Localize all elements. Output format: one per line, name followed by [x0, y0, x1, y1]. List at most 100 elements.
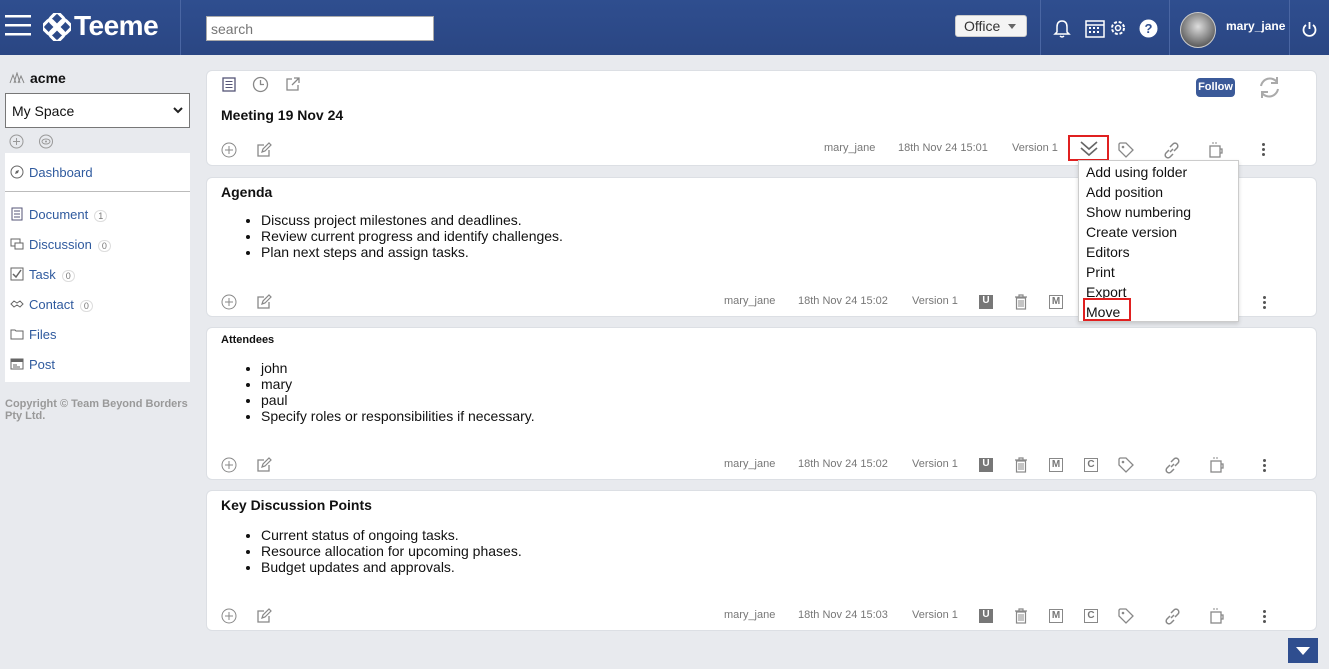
gear-icon[interactable]: [1108, 18, 1128, 38]
sidebar-item-task[interactable]: Task 0: [10, 267, 75, 282]
mug-icon[interactable]: [1209, 456, 1226, 474]
tag-icon[interactable]: [1118, 142, 1134, 158]
menu-item-add-using-folder[interactable]: Add using folder: [1086, 164, 1187, 180]
timestamp-label: 18th Nov 24 15:01: [898, 142, 988, 154]
edit-icon[interactable]: [256, 608, 272, 624]
trash-icon[interactable]: [1014, 457, 1028, 473]
sidebar-item-label: Files: [29, 327, 57, 342]
copy-badge[interactable]: C: [1084, 458, 1098, 472]
more-options-icon[interactable]: [1263, 296, 1267, 311]
count-badge: 0: [79, 300, 93, 312]
version-label: Version 1: [912, 295, 958, 307]
avatar[interactable]: [1180, 12, 1216, 48]
list-item: Discuss project milestones and deadlines…: [261, 212, 563, 228]
edit-icon[interactable]: [256, 142, 272, 158]
history-icon[interactable]: [252, 76, 269, 93]
search-input[interactable]: [206, 16, 434, 41]
link-icon[interactable]: [1164, 457, 1181, 474]
section-title: Key Discussion Points: [221, 497, 372, 513]
trash-icon[interactable]: [1014, 294, 1028, 310]
count-badge: 0: [97, 240, 111, 252]
sidebar-item-label: Post: [29, 357, 56, 372]
copy-badge[interactable]: C: [1084, 609, 1098, 623]
timestamp-label: 18th Nov 24 15:02: [798, 295, 888, 307]
document-icon[interactable]: [222, 77, 236, 92]
menu-item-add-position[interactable]: Add position: [1086, 184, 1163, 200]
menu-item-editors[interactable]: Editors: [1086, 244, 1130, 260]
move-badge[interactable]: M: [1049, 295, 1063, 309]
tag-icon[interactable]: [1118, 457, 1134, 473]
tag-icon[interactable]: [1118, 608, 1134, 624]
trash-icon[interactable]: [1014, 608, 1028, 624]
contact-icon: [10, 300, 24, 308]
mug-icon[interactable]: [1209, 607, 1226, 625]
add-icon[interactable]: [221, 294, 237, 310]
post-icon: [10, 358, 24, 370]
menu-item-print[interactable]: Print: [1086, 264, 1115, 280]
version-label: Version 1: [912, 458, 958, 470]
space-select-value: My Space: [12, 103, 75, 119]
section-card: Key Discussion Points Current status of …: [206, 490, 1317, 631]
move-badge[interactable]: M: [1049, 609, 1063, 623]
hamburger-menu-icon[interactable]: [5, 14, 31, 36]
author-label: mary_jane: [724, 295, 776, 307]
sidebar-item-label: Task: [29, 267, 56, 282]
list-item: john: [261, 360, 535, 376]
sidebar-item-label: Contact: [29, 297, 74, 312]
version-label: Version 1: [1012, 142, 1058, 154]
folder-icon: [10, 329, 24, 340]
scroll-down-button[interactable]: [1288, 638, 1318, 663]
list-item: paul: [261, 392, 535, 408]
organization-name: acme: [30, 70, 66, 86]
link-icon[interactable]: [1164, 608, 1181, 625]
move-badge[interactable]: M: [1049, 458, 1063, 472]
sidebar-item-files[interactable]: Files: [10, 327, 56, 342]
edit-icon[interactable]: [256, 294, 272, 310]
header-divider: [1040, 0, 1041, 55]
follow-button[interactable]: Follow: [1196, 78, 1235, 97]
menu-item-show-numbering[interactable]: Show numbering: [1086, 204, 1191, 220]
add-icon[interactable]: [221, 457, 237, 473]
username-label[interactable]: mary_jane: [1226, 19, 1285, 33]
unlock-badge[interactable]: U: [979, 295, 993, 309]
power-icon[interactable]: [1301, 21, 1318, 38]
unlock-badge[interactable]: U: [979, 609, 993, 623]
collapse-expand-button[interactable]: [1068, 135, 1109, 161]
add-icon[interactable]: [221, 608, 237, 624]
refresh-icon[interactable]: [1257, 75, 1282, 100]
count-badge: 1: [94, 210, 108, 222]
sidebar-item-label: Document: [29, 207, 89, 222]
unlock-badge[interactable]: U: [979, 458, 993, 472]
sidebar-item-post[interactable]: Post: [10, 357, 55, 372]
version-label: Version 1: [912, 609, 958, 621]
list-item: Resource allocation for upcoming phases.: [261, 543, 522, 559]
calendar-icon[interactable]: [1085, 18, 1105, 38]
add-space-icon[interactable]: [9, 134, 24, 149]
list-item: Budget updates and approvals.: [261, 559, 522, 575]
sidebar-item-dashboard[interactable]: Dashboard: [10, 165, 93, 180]
document-header-card: Meeting 19 Nov 24 mary_jane 18th Nov 24 …: [206, 70, 1317, 166]
help-icon[interactable]: ?: [1139, 19, 1158, 38]
more-options-icon[interactable]: [1263, 459, 1267, 474]
more-options-icon[interactable]: [1263, 610, 1267, 625]
space-select[interactable]: My Space: [5, 93, 190, 128]
header-divider: [1289, 0, 1290, 55]
menu-item-create-version[interactable]: Create version: [1086, 224, 1177, 240]
section-title: Attendees: [221, 334, 275, 346]
sidebar-item-document[interactable]: Document 1: [10, 207, 108, 222]
office-dropdown[interactable]: Office: [955, 15, 1027, 37]
brand-name: Teeme: [74, 10, 159, 41]
edit-icon[interactable]: [256, 457, 272, 473]
add-icon[interactable]: [221, 142, 237, 158]
list-item: Plan next steps and assign tasks.: [261, 244, 563, 260]
sidebar-item-contact[interactable]: Contact 0: [10, 297, 93, 312]
external-link-icon[interactable]: [285, 76, 301, 92]
eye-icon[interactable]: [38, 134, 54, 149]
bell-icon[interactable]: [1053, 19, 1071, 39]
more-options-icon[interactable]: [1262, 143, 1266, 158]
sidebar-item-label: Dashboard: [29, 165, 93, 180]
link-icon[interactable]: [1163, 142, 1180, 159]
document-title: Meeting 19 Nov 24: [221, 107, 344, 123]
mug-icon[interactable]: [1208, 141, 1225, 159]
sidebar-item-discussion[interactable]: Discussion 0: [10, 237, 111, 252]
